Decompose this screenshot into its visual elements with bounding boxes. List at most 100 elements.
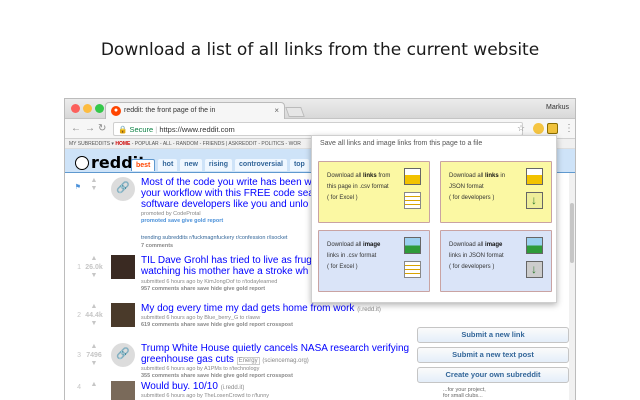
upvote-icon[interactable]: ▲ bbox=[83, 255, 105, 263]
post-meta: promoted by CodeProtal bbox=[141, 211, 201, 217]
upvote-icon[interactable]: ▲ bbox=[83, 303, 105, 311]
list-item: 4 ▲ Would buy. 10/10 (i.redd.it) submitt… bbox=[65, 381, 425, 400]
back-icon[interactable]: ← bbox=[71, 123, 81, 134]
secure-label: Secure bbox=[129, 125, 154, 134]
subreddit-links[interactable]: - POPULAR - ALL - RANDOM - FRIENDS | ASK… bbox=[132, 141, 301, 147]
card-label: Download all image links in JSON format( … bbox=[449, 242, 504, 270]
post-domain[interactable]: (i.redd.it) bbox=[357, 307, 381, 313]
image-thumbnail[interactable] bbox=[111, 303, 135, 327]
zoom-dot[interactable] bbox=[95, 104, 104, 113]
card-label: Download all links in JSON format( for de… bbox=[449, 173, 506, 201]
trending-comments[interactable]: 7 comments bbox=[141, 243, 173, 249]
image-icon bbox=[526, 237, 543, 254]
tab-best[interactable]: best bbox=[131, 159, 156, 171]
post-meta: submitted 6 hours ago by A1PMs to r/tech… bbox=[141, 366, 260, 372]
flair-tag: Energy bbox=[236, 357, 260, 365]
headline: Download a list of all links from the cu… bbox=[100, 40, 540, 60]
rank: 3 bbox=[77, 352, 81, 359]
post-domain[interactable]: (sciencemag.org) bbox=[262, 358, 308, 364]
post-meta: submitted 6 hours ago by TheLosenCrowd t… bbox=[141, 393, 270, 399]
spreadsheet-icon bbox=[404, 192, 421, 209]
browser-tab[interactable]: ● reddit: the front page of the in × bbox=[105, 102, 285, 119]
image-thumbnail[interactable] bbox=[111, 255, 135, 279]
card-label: Download all image links in .csv format( … bbox=[327, 242, 381, 270]
download-file-icon bbox=[526, 261, 543, 278]
download-links-json-button[interactable]: Download all links in JSON format( for de… bbox=[440, 161, 552, 223]
rank: 2 bbox=[77, 312, 81, 319]
tab-controversial[interactable]: controversial bbox=[234, 159, 287, 171]
download-images-json-button[interactable]: Download all image links in JSON format( … bbox=[440, 230, 552, 292]
create-subreddit-button[interactable]: Create your own subreddit bbox=[417, 367, 569, 383]
chart-icon bbox=[526, 168, 543, 185]
extension-icon-1[interactable] bbox=[533, 123, 544, 134]
trending-subreddits[interactable]: trending subreddits r/fuckmagnfuckery r/… bbox=[141, 235, 287, 241]
download-links-csv-button[interactable]: Download all links from this page in .csv… bbox=[318, 161, 430, 223]
submit-link-button[interactable]: Submit a new link bbox=[417, 327, 569, 343]
vote-box: ▲ 26.0k ▼ bbox=[83, 255, 105, 280]
score: 26.0k bbox=[85, 264, 103, 271]
submit-text-post-button[interactable]: Submit a new text post bbox=[417, 347, 569, 363]
upvote-icon[interactable]: ▲ bbox=[83, 177, 105, 185]
upvote-icon[interactable]: ▲ bbox=[83, 381, 105, 389]
vote-box: ▲ ▼ bbox=[83, 177, 105, 193]
close-tab-icon[interactable]: × bbox=[274, 106, 279, 115]
score: 7496 bbox=[86, 352, 102, 359]
image-icon bbox=[404, 237, 421, 254]
vote-box: ▲ 44.4k ▼ bbox=[83, 303, 105, 328]
downvote-icon[interactable]: ▼ bbox=[83, 185, 105, 193]
new-tab-button[interactable] bbox=[285, 107, 305, 117]
card-label: Download all links from this page in .csv… bbox=[327, 173, 391, 201]
sidebar-note-line2: for small clubs... bbox=[443, 393, 483, 399]
upvote-icon[interactable]: ▲ bbox=[83, 343, 105, 351]
minimize-dot[interactable] bbox=[83, 104, 92, 113]
post-title-text[interactable]: greenhouse gas cuts bbox=[141, 354, 234, 365]
post-actions[interactable]: 619 comments share save hide give gold r… bbox=[141, 322, 293, 328]
menu-icon[interactable]: ⋮ bbox=[564, 123, 574, 134]
spreadsheet-icon bbox=[404, 261, 421, 278]
promoted-icon: ⚑ bbox=[74, 184, 81, 191]
post-meta: submitted 6 hours ago by KimJongOof to r… bbox=[141, 279, 278, 285]
popup-title: Save all links and image links from this… bbox=[320, 140, 483, 147]
downvote-icon[interactable]: ▼ bbox=[83, 320, 105, 328]
list-item: 2 ▲ 44.4k ▼ My dog every time my dad gets … bbox=[65, 303, 425, 337]
sidebar-note: ...for your project, for small clubs... bbox=[443, 387, 486, 399]
tab-title: reddit: the front page of the in bbox=[124, 107, 216, 114]
download-images-csv-button[interactable]: Download all image links in .csv format( … bbox=[318, 230, 430, 292]
tab-rising[interactable]: rising bbox=[204, 159, 232, 171]
sort-tabs: best hot new rising controversial top gi bbox=[131, 159, 327, 171]
reload-icon[interactable]: ↻ bbox=[98, 123, 106, 134]
downvote-icon[interactable]: ▼ bbox=[83, 272, 105, 280]
alien-icon bbox=[75, 156, 89, 170]
close-dot[interactable] bbox=[71, 104, 80, 113]
post-domain[interactable]: (i.redd.it) bbox=[221, 385, 245, 391]
post-actions[interactable]: 957 comments share save hide give gold r… bbox=[141, 286, 265, 292]
titlebar: ● reddit: the front page of the in × Mar… bbox=[65, 99, 575, 119]
link-thumbnail[interactable] bbox=[111, 177, 135, 201]
forward-icon[interactable]: → bbox=[85, 123, 95, 134]
home-link[interactable]: HOME bbox=[115, 141, 130, 147]
my-subreddits-menu[interactable]: MY SUBREDDITS ▾ bbox=[69, 141, 114, 147]
post-title-text[interactable]: Would buy. 10/10 bbox=[141, 381, 218, 392]
tab-hot[interactable]: hot bbox=[158, 159, 178, 171]
profile-name[interactable]: Markus bbox=[546, 104, 569, 111]
post-title[interactable]: Trump White House quietly cancels NASA r… bbox=[141, 343, 431, 354]
downvote-icon[interactable]: ▼ bbox=[83, 360, 105, 368]
url-field[interactable]: 🔒 Secure | https://www.reddit.com bbox=[113, 122, 523, 136]
lock-icon: 🔒 bbox=[118, 125, 128, 134]
link-downloader-extension-icon[interactable] bbox=[547, 123, 558, 134]
post-meta: submitted 6 hours ago by Blue_berry_G to… bbox=[141, 315, 261, 321]
url-text: https://www.reddit.com bbox=[159, 125, 235, 134]
post-title-text[interactable]: My dog every time my dad gets home from … bbox=[141, 303, 354, 314]
scrollbar[interactable] bbox=[569, 173, 575, 400]
score: 44.4k bbox=[85, 312, 103, 319]
image-thumbnail[interactable] bbox=[111, 381, 135, 400]
post-actions[interactable]: 355 comments share save hide give gold r… bbox=[141, 373, 293, 379]
download-file-icon bbox=[526, 192, 543, 209]
list-item: 3 ▲7496▼ Trump White House quietly cance… bbox=[65, 343, 425, 379]
post-actions[interactable]: promoted save give gold report bbox=[141, 218, 223, 224]
scrollbar-thumb[interactable] bbox=[570, 203, 574, 263]
bookmark-star-icon[interactable]: ☆ bbox=[517, 123, 525, 134]
tab-top[interactable]: top bbox=[289, 159, 309, 171]
link-thumbnail[interactable] bbox=[111, 343, 135, 367]
tab-new[interactable]: new bbox=[180, 159, 202, 171]
